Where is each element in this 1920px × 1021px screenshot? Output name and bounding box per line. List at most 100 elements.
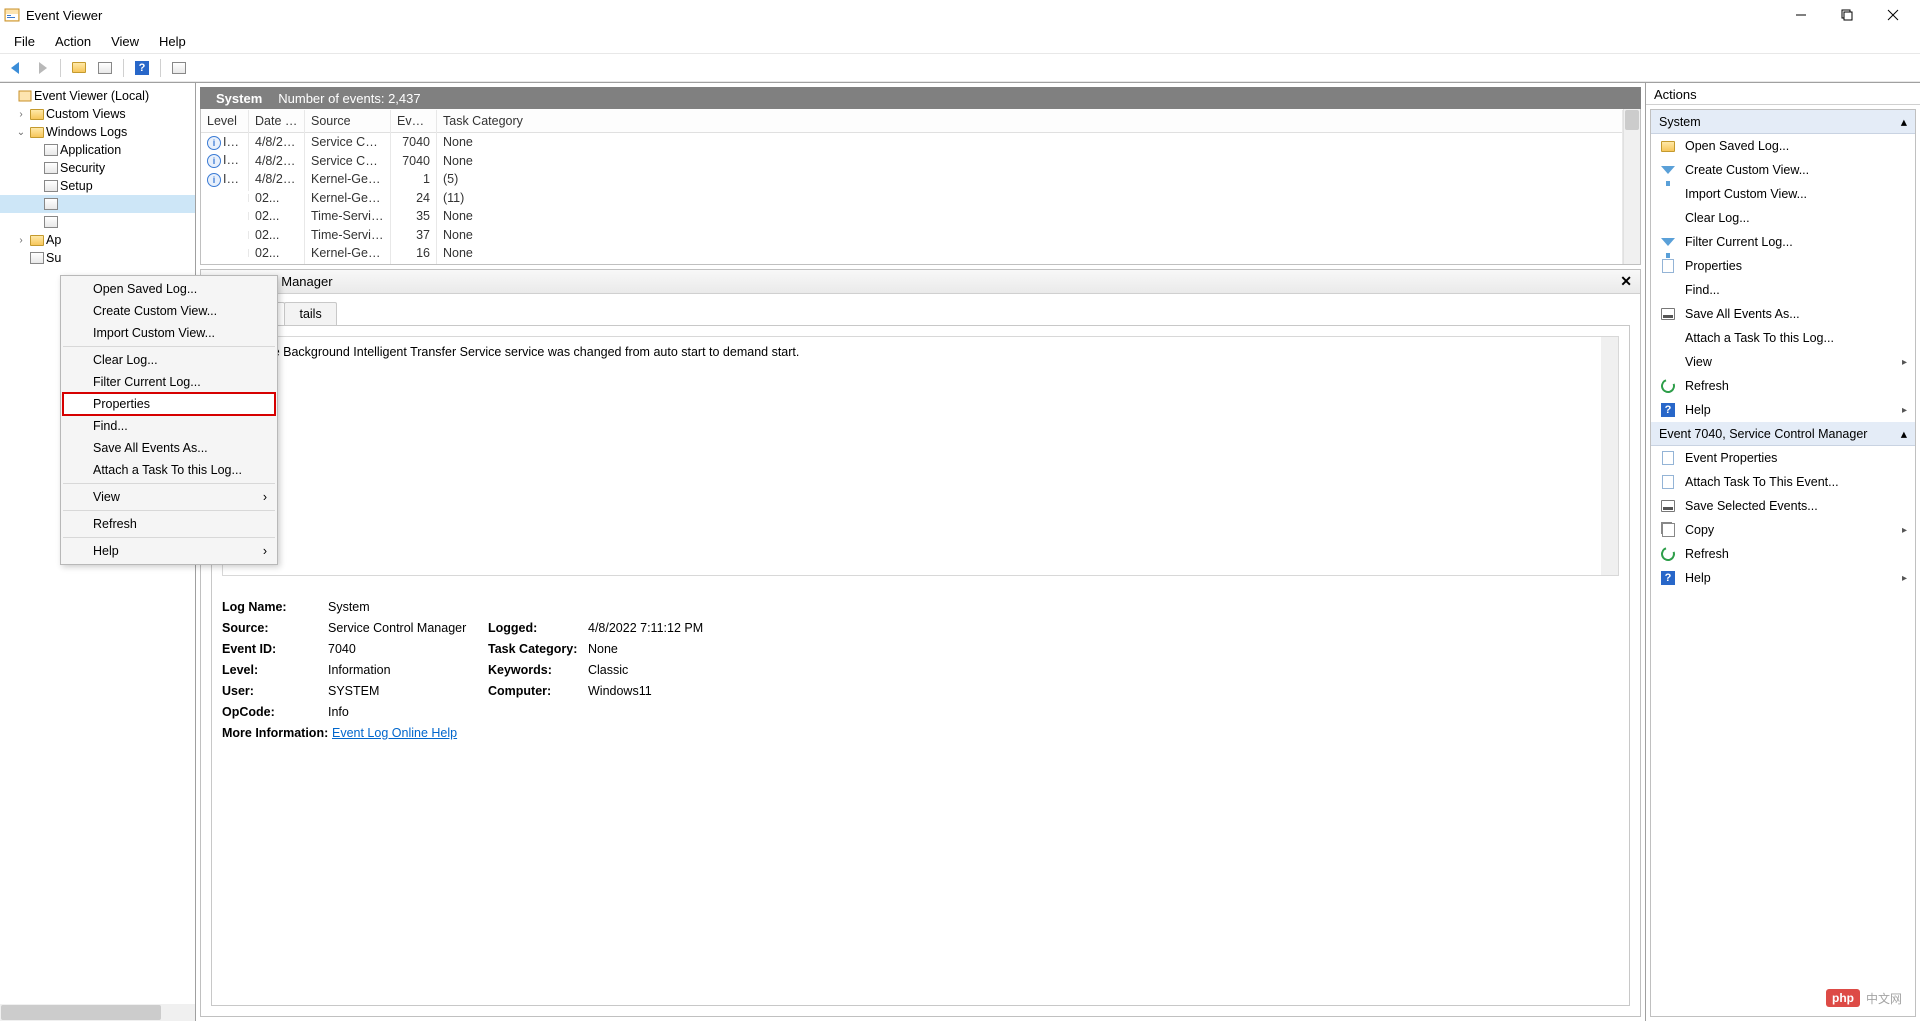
- table-row[interactable]: 02...Kernel-General24(11): [201, 189, 1623, 208]
- table-row[interactable]: 02...Time-Service35None: [201, 207, 1623, 226]
- grid-title-bar: System Number of events: 2,437: [200, 87, 1641, 109]
- val-eventid: 7040: [328, 642, 488, 656]
- act-label: Refresh: [1685, 379, 1729, 393]
- tab-details[interactable]: tails: [284, 302, 336, 325]
- help-icon: ?: [1661, 571, 1675, 585]
- tree-label: Setup: [60, 179, 93, 193]
- tree-security[interactable]: Security: [0, 159, 195, 177]
- tree-subscriptions[interactable]: Su: [0, 249, 195, 267]
- act-label: Attach Task To This Event...: [1685, 475, 1839, 489]
- col-level[interactable]: Level: [201, 110, 249, 132]
- ctx-create-custom-view[interactable]: Create Custom View...: [63, 300, 275, 322]
- table-row[interactable]: iInf...4/8/202...Service Contr...7040Non…: [201, 133, 1623, 152]
- event-grid[interactable]: Level Date an... Source Event... Task Ca…: [201, 109, 1623, 264]
- act-find[interactable]: Find...: [1651, 278, 1915, 302]
- cell-category: None: [437, 242, 1623, 264]
- act-clear-log[interactable]: Clear Log...: [1651, 206, 1915, 230]
- act-label: Help: [1685, 571, 1711, 585]
- tree-application[interactable]: Application: [0, 141, 195, 159]
- menu-help[interactable]: Help: [149, 32, 196, 51]
- minimize-button[interactable]: [1778, 0, 1824, 30]
- ctx-properties[interactable]: Properties: [63, 393, 275, 415]
- menu-action[interactable]: Action: [45, 32, 101, 51]
- col-source[interactable]: Source: [305, 110, 391, 132]
- act-help-2[interactable]: ?Help▸: [1651, 566, 1915, 590]
- ctx-open-saved-log[interactable]: Open Saved Log...: [63, 278, 275, 300]
- tree-hscrollbar[interactable]: [0, 1004, 195, 1021]
- tree-custom-views[interactable]: › Custom Views: [0, 105, 195, 123]
- grid-header: Level Date an... Source Event... Task Ca…: [201, 109, 1623, 133]
- menu-file[interactable]: File: [4, 32, 45, 51]
- grid-vscrollbar[interactable]: [1623, 109, 1640, 264]
- detail-message-scroll[interactable]: [1601, 337, 1618, 575]
- maximize-button[interactable]: [1824, 0, 1870, 30]
- ctx-save-all-events[interactable]: Save All Events As...: [63, 437, 275, 459]
- act-help[interactable]: ?Help▸: [1651, 398, 1915, 422]
- actions-group-event[interactable]: Event 7040, Service Control Manager ▴: [1651, 422, 1915, 446]
- act-refresh-2[interactable]: Refresh: [1651, 542, 1915, 566]
- page-icon: [1662, 259, 1674, 273]
- detail-close-button[interactable]: ✕: [1620, 273, 1632, 290]
- preview-pane-button[interactable]: [167, 56, 191, 80]
- ctx-find[interactable]: Find...: [63, 415, 275, 437]
- ctx-refresh[interactable]: Refresh: [63, 513, 275, 538]
- back-button[interactable]: [4, 56, 28, 80]
- help-icon: ?: [1661, 403, 1675, 417]
- act-open-saved-log[interactable]: Open Saved Log...: [1651, 134, 1915, 158]
- chevron-right-icon: ▸: [1902, 525, 1907, 536]
- lbl-opcode: OpCode:: [222, 705, 328, 719]
- table-row[interactable]: 02...Kernel-General16None: [201, 244, 1623, 263]
- grid-count: Number of events: 2,437: [278, 91, 420, 106]
- ctx-filter-current-log[interactable]: Filter Current Log...: [63, 371, 275, 393]
- table-row[interactable]: iInf...4/8/202...Service Contr...7040Non…: [201, 152, 1623, 171]
- table-row[interactable]: 02...Time-Service37None: [201, 226, 1623, 245]
- act-view[interactable]: View▸: [1651, 350, 1915, 374]
- help-toolbar-button[interactable]: ?: [130, 56, 154, 80]
- tree-forwarded[interactable]: [0, 213, 195, 231]
- cell-level: [201, 194, 249, 202]
- table-row[interactable]: iInf...4/8/202...Kernel-General1(5): [201, 170, 1623, 189]
- info-icon: i: [207, 154, 221, 168]
- tree-label: Ap: [46, 233, 61, 247]
- collapse-icon: ▴: [1901, 426, 1907, 441]
- col-eventid[interactable]: Event...: [391, 110, 437, 132]
- close-button[interactable]: [1870, 0, 1916, 30]
- col-category[interactable]: Task Category: [437, 110, 1623, 132]
- watermark: php 中文网: [1826, 989, 1902, 1007]
- ctx-attach-task[interactable]: Attach a Task To this Log...: [63, 459, 275, 484]
- show-tree-button[interactable]: [67, 56, 91, 80]
- link-online-help[interactable]: Event Log Online Help: [332, 726, 457, 740]
- show-list-button[interactable]: [93, 56, 117, 80]
- actions-group-label: Event 7040, Service Control Manager: [1659, 427, 1867, 441]
- ctx-help[interactable]: Help›: [63, 540, 275, 562]
- act-attach-task-event[interactable]: Attach Task To This Event...: [1651, 470, 1915, 494]
- funnel-icon: [1661, 238, 1675, 246]
- tree-root[interactable]: Event Viewer (Local): [0, 87, 195, 105]
- act-save-selected-events[interactable]: Save Selected Events...: [1651, 494, 1915, 518]
- ctx-clear-log[interactable]: Clear Log...: [63, 349, 275, 371]
- ctx-label: Help: [93, 544, 119, 558]
- act-import-custom-view[interactable]: Import Custom View...: [1651, 182, 1915, 206]
- val-logged: 4/8/2022 7:11:12 PM: [588, 621, 788, 635]
- tree-system-selected[interactable]: [0, 195, 195, 213]
- col-date[interactable]: Date an...: [249, 110, 305, 132]
- act-properties[interactable]: Properties: [1651, 254, 1915, 278]
- detail-message: pe of the Background Intelligent Transfe…: [222, 336, 1619, 576]
- act-refresh[interactable]: Refresh: [1651, 374, 1915, 398]
- act-event-properties[interactable]: Event Properties: [1651, 446, 1915, 470]
- act-attach-task[interactable]: Attach a Task To this Log...: [1651, 326, 1915, 350]
- tree-windows-logs[interactable]: ⌄ Windows Logs: [0, 123, 195, 141]
- tree-app-services[interactable]: ›Ap: [0, 231, 195, 249]
- ctx-view[interactable]: View›: [63, 486, 275, 511]
- act-filter-current-log[interactable]: Filter Current Log...: [1651, 230, 1915, 254]
- act-create-custom-view[interactable]: Create Custom View...: [1651, 158, 1915, 182]
- collapse-icon: ▴: [1901, 114, 1907, 129]
- tree-setup[interactable]: Setup: [0, 177, 195, 195]
- act-copy[interactable]: Copy▸: [1651, 518, 1915, 542]
- forward-button[interactable]: [30, 56, 54, 80]
- menu-view[interactable]: View: [101, 32, 149, 51]
- ctx-import-custom-view[interactable]: Import Custom View...: [63, 322, 275, 347]
- act-save-all-events[interactable]: Save All Events As...: [1651, 302, 1915, 326]
- actions-group-system[interactable]: System▴: [1651, 110, 1915, 134]
- val-kw: Classic: [588, 663, 788, 677]
